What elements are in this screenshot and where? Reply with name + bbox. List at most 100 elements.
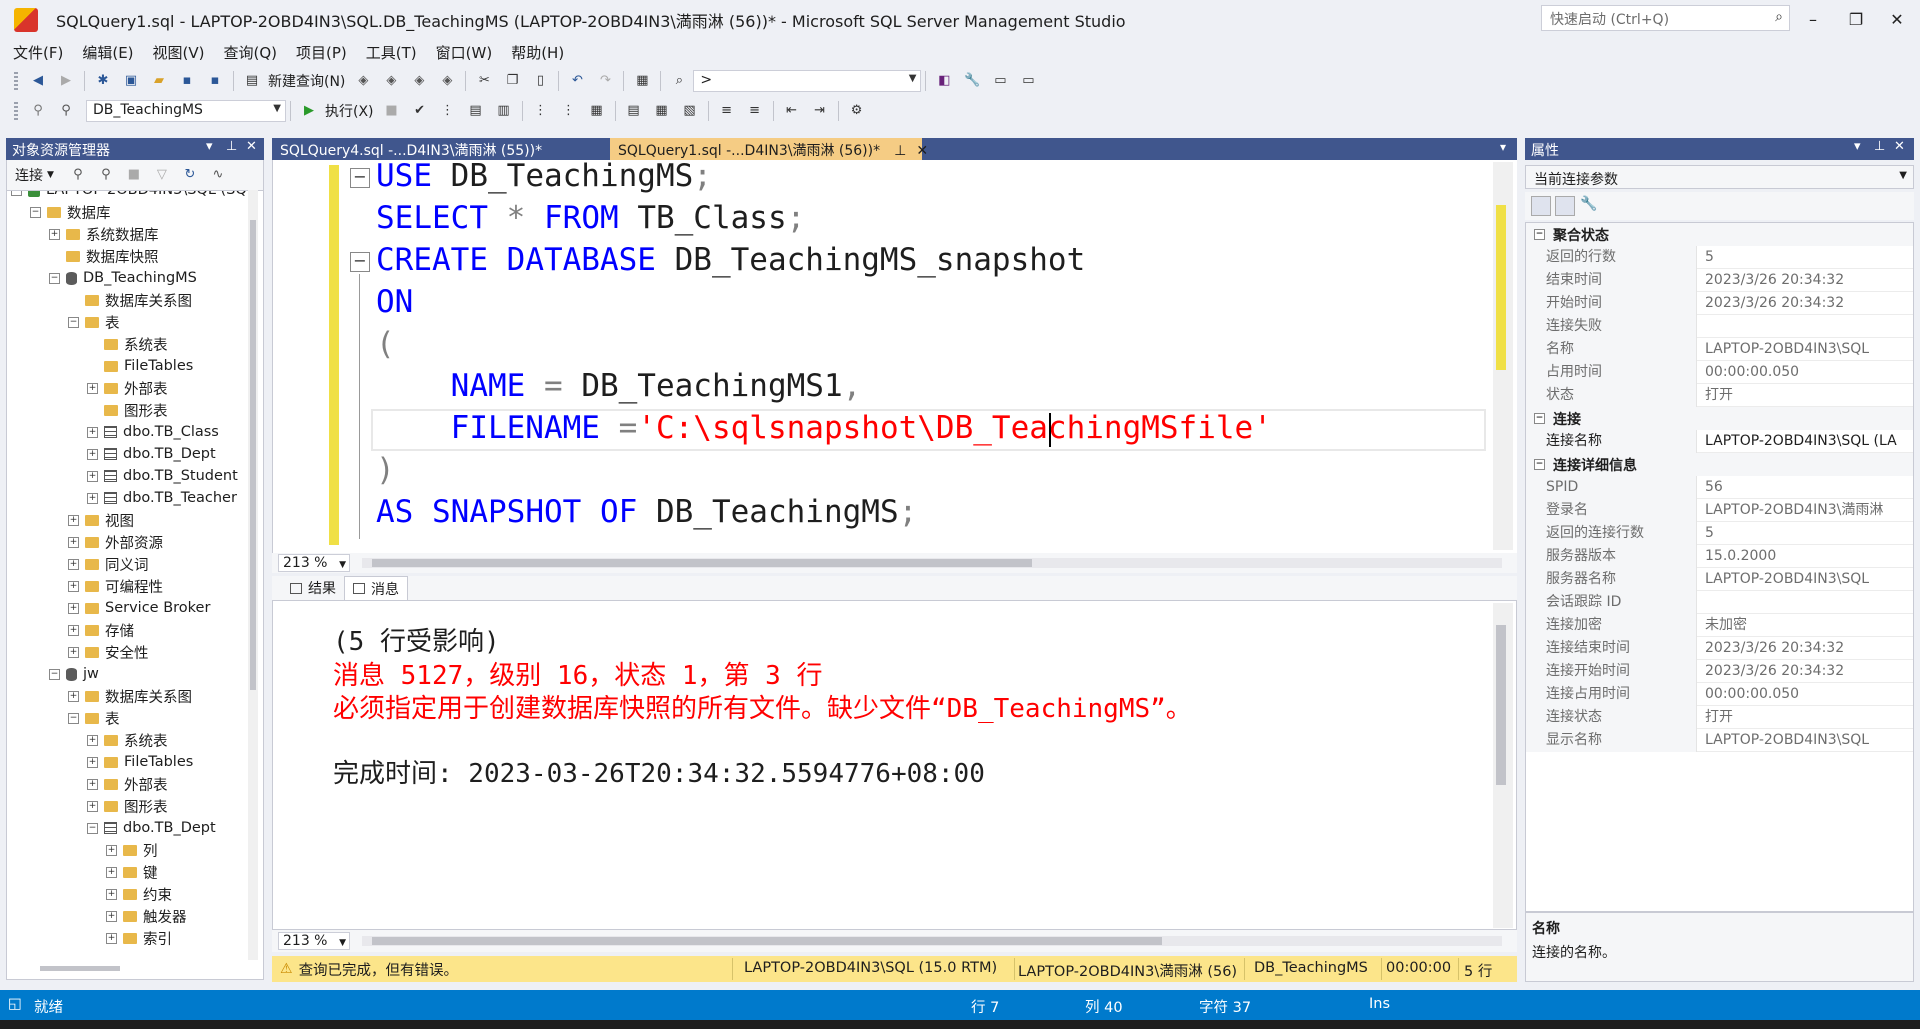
tree-expander-icon[interactable]: −	[11, 191, 22, 196]
property-row[interactable]: 连接失败	[1526, 315, 1913, 338]
property-row[interactable]: 显示名称 LAPTOP-2OBD4IN3\SQL	[1526, 729, 1913, 752]
xmla-query-icon[interactable]: ◈	[410, 72, 428, 90]
tree-node[interactable]: + 列	[106, 839, 158, 861]
tree-expander-icon[interactable]: −	[30, 206, 41, 218]
property-row[interactable]: 返回的行数 5	[1526, 246, 1913, 269]
tree-node[interactable]: + Service Broker	[68, 597, 210, 619]
messages-pane[interactable]: (5 行受影响) 消息 5127，级别 16，状态 1，第 3 行必须指定用于创建…	[272, 600, 1517, 930]
tree-expander-icon[interactable]: +	[68, 536, 79, 548]
tree-node[interactable]: + 同义词	[68, 553, 149, 575]
editor-scroll-thumb[interactable]	[1496, 205, 1506, 370]
tree-node[interactable]: + 可编程性	[68, 575, 163, 597]
tree-node[interactable]: + 外部表	[87, 773, 168, 795]
uncomment-icon[interactable]: ≡	[746, 102, 764, 120]
tree-expander-icon[interactable]: −	[68, 712, 79, 724]
tree-expander-icon[interactable]: +	[87, 756, 98, 768]
execute-icon[interactable]: ▶	[300, 102, 318, 120]
tree-node[interactable]: + 外部资源	[68, 531, 163, 553]
pin-icon[interactable]: ⊥	[894, 143, 906, 159]
tree-node[interactable]: + dbo.TB_Dept	[87, 443, 216, 465]
property-category[interactable]: − 聚合状态	[1526, 223, 1913, 246]
tree-expander-icon[interactable]: +	[87, 492, 98, 504]
property-row[interactable]: SPID 56	[1526, 476, 1913, 499]
menu-item[interactable]: 工具(T)	[359, 42, 429, 63]
new-query-button[interactable]: 新建查询(N)	[268, 71, 345, 91]
editor-zoom-combo[interactable]: 213 % ▼	[278, 554, 350, 572]
close-icon[interactable]: ✕	[1894, 139, 1905, 154]
tree-expander-icon[interactable]: −	[68, 316, 79, 328]
intellisense-icon[interactable]: ▥	[495, 102, 513, 120]
tree-expander-icon[interactable]: +	[68, 580, 79, 592]
messages-zoom-combo[interactable]: 213 % ▼	[278, 932, 350, 950]
tree-node[interactable]: 数据库快照	[49, 245, 159, 267]
tree-node[interactable]: + dbo.TB_Student	[87, 465, 238, 487]
change-connection-icon[interactable]: ⚲	[57, 102, 75, 120]
tree-node[interactable]: FileTables	[87, 355, 193, 377]
collapse-icon[interactable]: −	[1534, 229, 1545, 240]
chevron-down-icon[interactable]: ▾	[206, 139, 213, 154]
tree-expander-icon[interactable]: −	[49, 668, 60, 680]
object-explorer-hscroll-thumb[interactable]	[40, 966, 120, 971]
tree-expander-icon[interactable]: +	[106, 932, 117, 944]
undo-icon[interactable]: ↶	[568, 72, 586, 90]
property-row[interactable]: 连接占用时间 00:00:00.050	[1526, 683, 1913, 706]
property-category[interactable]: − 连接详细信息	[1526, 453, 1913, 476]
tree-node[interactable]: − jw	[49, 663, 99, 685]
tree-expander-icon[interactable]: +	[68, 602, 79, 614]
object-explorer-scroll-thumb[interactable]	[250, 220, 256, 690]
chevron-down-icon[interactable]: ▾	[1854, 139, 1861, 154]
database-combo[interactable]: DB_TeachingMS ▼	[86, 100, 286, 122]
property-row[interactable]: 服务器名称 LAPTOP-2OBD4IN3\SQL	[1526, 568, 1913, 591]
tree-node[interactable]: + 键	[106, 861, 158, 883]
maximize-button[interactable]: ❐	[1833, 4, 1879, 36]
minimize-button[interactable]: –	[1790, 4, 1836, 36]
tab-document[interactable]: SQLQuery1.sql -...D4IN3\満雨淋 (56))* ⊥ ✕	[610, 138, 928, 160]
connect-button[interactable]: 连接	[15, 165, 43, 185]
alphabetical-icon[interactable]	[1555, 196, 1575, 216]
menu-item[interactable]: 项目(P)	[289, 42, 359, 63]
property-row[interactable]: 连接加密 未加密	[1526, 614, 1913, 637]
tree-expander-icon[interactable]: +	[87, 382, 98, 394]
copy-icon[interactable]: ❐	[503, 72, 521, 90]
tree-expander-icon[interactable]: +	[49, 228, 60, 240]
new-query-icon[interactable]: ▤	[243, 72, 261, 90]
tab-list-dropdown-icon[interactable]: ▾	[1500, 140, 1506, 154]
live-stats-icon[interactable]: ⋮	[560, 102, 578, 120]
tree-node[interactable]: 系统表	[87, 333, 168, 355]
close-icon[interactable]: ✕	[246, 139, 257, 154]
tree-node[interactable]: + 系统数据库	[49, 223, 159, 245]
back-icon[interactable]: ◀	[29, 72, 47, 90]
tree-expander-icon[interactable]: +	[68, 558, 79, 570]
command-window-icon[interactable]: ▭	[1019, 72, 1037, 90]
menu-item[interactable]: 文件(F)	[6, 42, 75, 63]
tree-node[interactable]: + 索引	[106, 927, 172, 949]
menu-item[interactable]: 编辑(E)	[75, 42, 145, 63]
chevron-down-icon[interactable]: ▼	[47, 170, 54, 180]
close-button[interactable]: ✕	[1874, 4, 1920, 36]
execute-button[interactable]: 执行(X)	[325, 101, 374, 121]
messages-hscroll-thumb[interactable]	[372, 937, 1162, 945]
property-row[interactable]: 服务器版本 15.0.2000	[1526, 545, 1913, 568]
menu-item[interactable]: 视图(V)	[146, 42, 217, 63]
actual-plan-icon[interactable]: ⋮	[532, 102, 550, 120]
tree-node[interactable]: − LAPTOP-2OBD4IN3\SQL (SQL	[11, 191, 255, 201]
tree-node[interactable]: + 触发器	[106, 905, 187, 927]
property-row[interactable]: 占用时间 00:00:00.050	[1526, 361, 1913, 384]
redo-icon[interactable]: ↷	[596, 72, 614, 90]
tree-expander-icon[interactable]: +	[106, 866, 117, 878]
disconnect-icon[interactable]: ⚲	[97, 166, 115, 184]
tree-expander-icon[interactable]: +	[106, 888, 117, 900]
menu-item[interactable]: 窗口(W)	[429, 42, 505, 63]
property-row[interactable]: 连接名称 LAPTOP-2OBD4IN3\SQL (LA	[1526, 430, 1913, 453]
tree-node[interactable]: 图形表	[87, 399, 168, 421]
collapse-icon[interactable]: −	[350, 252, 370, 272]
tree-node[interactable]: + 视图	[68, 509, 134, 531]
find-icon[interactable]: ⌕	[670, 72, 688, 90]
toolbar-grip[interactable]	[14, 72, 18, 90]
tree-node[interactable]: + 系统表	[87, 729, 168, 751]
results-to-file-icon[interactable]: ▧	[681, 102, 699, 120]
collapse-icon[interactable]: −	[350, 168, 370, 188]
tree-node[interactable]: − dbo.TB_Dept	[87, 817, 216, 839]
save-all-icon[interactable]: ▪	[206, 72, 224, 90]
property-row[interactable]: 开始时间 2023/3/26 20:34:32	[1526, 292, 1913, 315]
